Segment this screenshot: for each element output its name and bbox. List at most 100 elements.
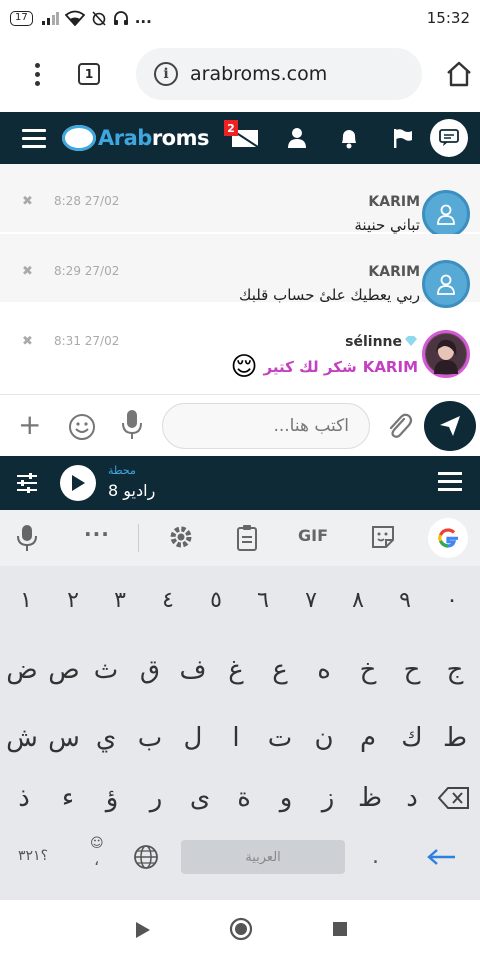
bell-icon	[342, 130, 356, 149]
key[interactable]: ب	[128, 710, 172, 766]
key[interactable]: ر	[134, 770, 178, 826]
key[interactable]: ت	[258, 710, 302, 766]
equalizer-icon[interactable]	[16, 472, 38, 494]
key[interactable]: ل	[171, 710, 215, 766]
key[interactable]: خ	[346, 642, 390, 698]
key[interactable]: ٣	[98, 572, 142, 628]
radio-player: محطة راديو 8	[0, 456, 480, 510]
key[interactable]: ك	[390, 710, 434, 766]
key[interactable]: س	[42, 710, 86, 766]
key[interactable]: ح	[390, 642, 434, 698]
site-logo[interactable]: Arabroms	[62, 118, 209, 158]
home-icon[interactable]	[444, 59, 474, 89]
station-name[interactable]: راديو 8	[108, 481, 155, 500]
profile-photo-icon	[426, 334, 466, 374]
avatar[interactable]	[422, 190, 470, 238]
back-triangle-icon[interactable]	[134, 920, 152, 940]
key[interactable]: ا	[214, 710, 258, 766]
key[interactable]: ٧	[289, 572, 333, 628]
report-button[interactable]	[390, 124, 416, 152]
delete-message-icon[interactable]: ✖	[22, 194, 33, 209]
key[interactable]: د	[390, 770, 434, 826]
key[interactable]: ٠	[430, 572, 474, 628]
alarm-off-icon	[92, 11, 106, 26]
notifications-button[interactable]	[336, 124, 362, 152]
key[interactable]: ٦	[241, 572, 285, 628]
key[interactable]: ٢	[51, 572, 95, 628]
key[interactable]: ه	[302, 642, 346, 698]
message-mention[interactable]: KARIM	[363, 358, 418, 376]
home-circle-icon[interactable]	[229, 917, 253, 941]
browser-menu-icon[interactable]	[22, 62, 52, 86]
key[interactable]: ن	[302, 710, 346, 766]
message-author[interactable]: KARIM	[368, 264, 420, 280]
key[interactable]: ج	[433, 642, 477, 698]
address-bar[interactable]: i arabroms.com	[136, 48, 422, 100]
key[interactable]: ط	[433, 710, 477, 766]
recents-square-icon[interactable]	[332, 921, 348, 937]
key[interactable]: ي	[84, 710, 128, 766]
key[interactable]: ع	[258, 642, 302, 698]
period-key[interactable]: .	[372, 844, 379, 869]
key[interactable]: م	[346, 710, 390, 766]
key[interactable]: ق	[128, 642, 172, 698]
more-options-icon[interactable]: ···	[84, 522, 110, 546]
site-menu-icon[interactable]	[22, 128, 46, 148]
chat-toggle-button[interactable]	[430, 119, 468, 157]
inbox-button[interactable]: 2	[224, 120, 260, 152]
message-input[interactable]: اكتب هنا...	[162, 403, 370, 449]
tab-switcher-button[interactable]: 1	[78, 63, 100, 85]
gif-button[interactable]: GIF	[298, 526, 328, 545]
key[interactable]: ٥	[194, 572, 238, 628]
key[interactable]: ٨	[336, 572, 380, 628]
voice-input-icon[interactable]	[16, 524, 38, 552]
key[interactable]: و	[264, 770, 308, 826]
screen: 17 ... 15:32 1 i arabroms.com Arabroms 2	[0, 0, 480, 960]
message-author[interactable]: KARIM	[368, 194, 420, 210]
key[interactable]: ض	[0, 642, 44, 698]
key[interactable]: ص	[42, 642, 86, 698]
backspace-icon[interactable]	[438, 787, 470, 809]
signal-icon	[41, 12, 59, 25]
avatar[interactable]	[422, 330, 470, 378]
key[interactable]: ف	[171, 642, 215, 698]
info-icon[interactable]: i	[154, 62, 178, 86]
flag-icon	[394, 129, 412, 148]
delete-message-icon[interactable]: ✖	[22, 334, 33, 349]
send-button[interactable]	[424, 401, 476, 451]
sticker-icon[interactable]	[370, 524, 396, 550]
avatar[interactable]	[422, 260, 470, 308]
key[interactable]: ٩	[383, 572, 427, 628]
play-button[interactable]	[60, 465, 96, 501]
radio-menu-icon[interactable]	[438, 472, 462, 491]
symbols-key[interactable]: ؟٣٢١	[18, 848, 48, 864]
key[interactable]: ش	[0, 710, 44, 766]
url-text[interactable]: arabroms.com	[190, 63, 327, 85]
key[interactable]: ١	[4, 572, 48, 628]
message-author[interactable]: sélinne	[345, 334, 402, 350]
key[interactable]: ى	[178, 770, 222, 826]
message-text: شكر لك كتير	[263, 358, 357, 376]
key[interactable]: ٤	[146, 572, 190, 628]
key[interactable]: ذ	[2, 770, 46, 826]
space-bar[interactable]: العربية	[181, 840, 345, 874]
google-search-button[interactable]	[428, 518, 468, 558]
globe-icon[interactable]	[133, 844, 159, 870]
microphone-icon[interactable]	[120, 409, 144, 441]
add-attachment-icon[interactable]: +	[18, 411, 41, 439]
key[interactable]: ء	[46, 770, 90, 826]
clipboard-icon[interactable]	[236, 524, 258, 552]
profile-button[interactable]	[284, 124, 310, 152]
battery-indicator: 17	[10, 10, 33, 26]
emoji-icon[interactable]	[68, 413, 96, 441]
paperclip-icon[interactable]	[384, 411, 414, 441]
key[interactable]: ة	[222, 770, 266, 826]
enter-arrow-icon[interactable]	[426, 848, 456, 866]
key[interactable]: ؤ	[90, 770, 134, 826]
key[interactable]: ظ	[348, 770, 392, 826]
settings-icon[interactable]	[168, 524, 194, 550]
key[interactable]: غ	[214, 642, 258, 698]
key[interactable]: ث	[84, 642, 128, 698]
delete-message-icon[interactable]: ✖	[22, 264, 33, 279]
key[interactable]: ز	[306, 770, 350, 826]
